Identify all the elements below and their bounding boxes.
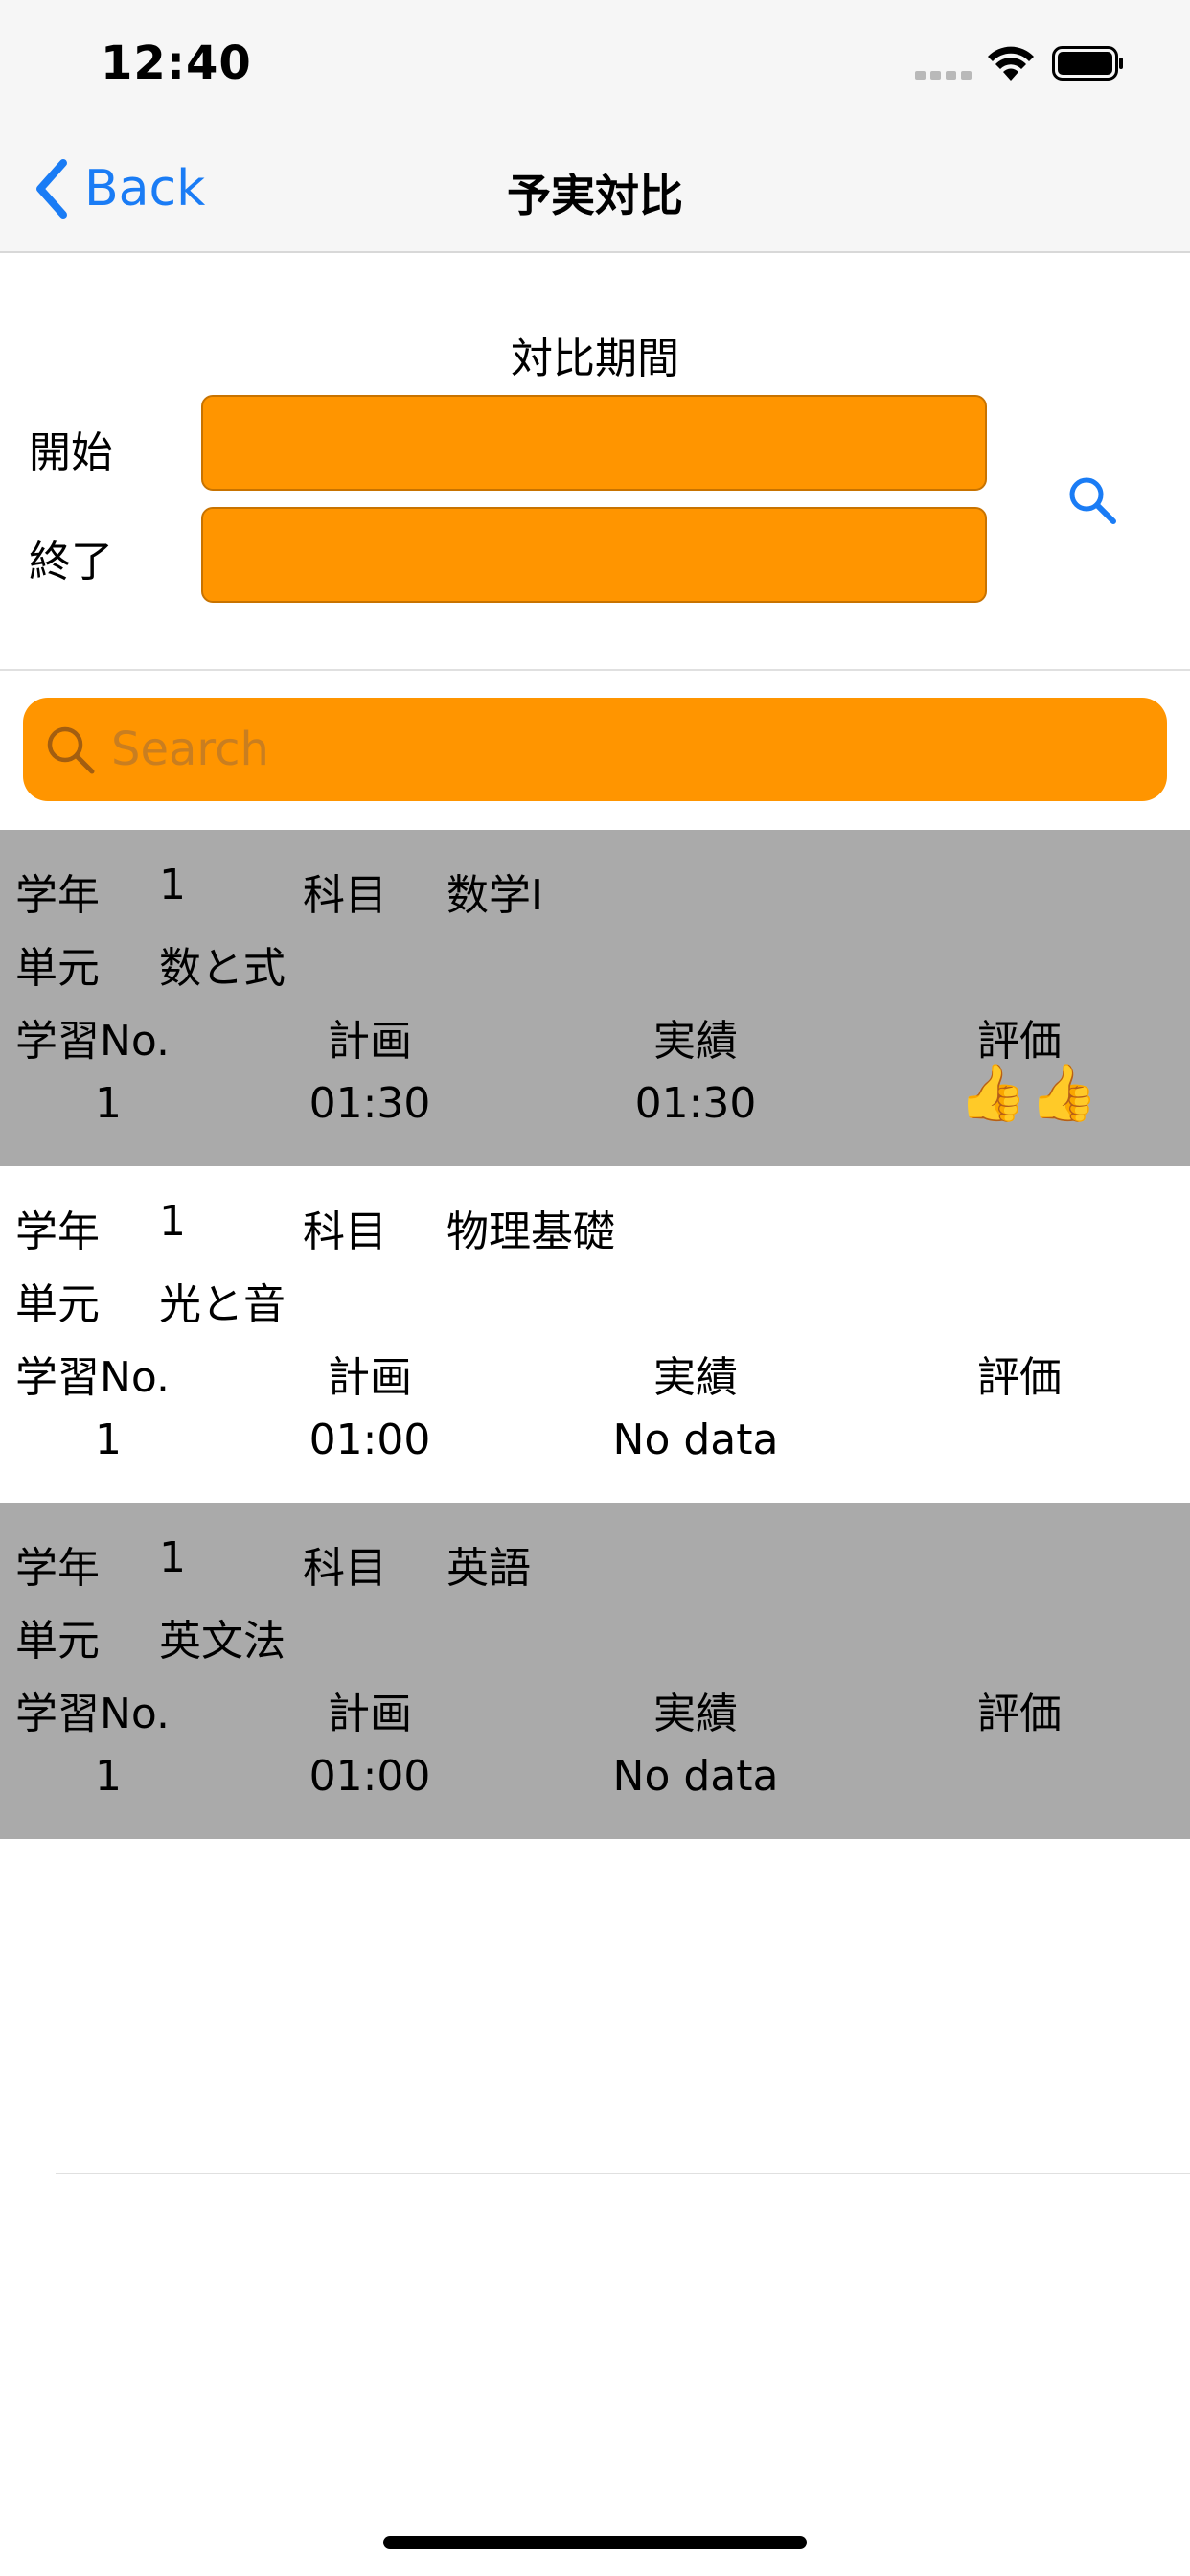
- start-date-field[interactable]: [201, 395, 987, 491]
- status-bar: 12:40: [0, 0, 1190, 126]
- actual-label: 実績: [653, 1017, 738, 1066]
- search-icon: [47, 726, 95, 774]
- list-separator: [56, 2173, 1190, 2174]
- end-date-field[interactable]: [201, 507, 987, 603]
- plan-label: 計画: [328, 1017, 412, 1066]
- evaluation-value: 👍👍: [958, 1060, 1101, 1125]
- unit-label: 単元: [15, 1617, 100, 1666]
- record-row[interactable]: 学年 1 科目 物理基礎 単元 光と音 学習No. 計画 実績 評価 1 01:…: [0, 1166, 1190, 1503]
- nav-bar: Back 予実対比: [0, 126, 1190, 253]
- search-icon[interactable]: [1065, 473, 1119, 527]
- home-indicator[interactable]: [383, 2536, 807, 2549]
- actual-value: No data: [612, 1415, 779, 1464]
- unit-label: 単元: [15, 1280, 100, 1329]
- grade-label: 学年: [15, 871, 100, 920]
- evaluation-label: 評価: [977, 1017, 1062, 1066]
- subject-value: 物理基礎: [446, 1208, 615, 1256]
- study-no-value: 1: [95, 1079, 122, 1128]
- record-row[interactable]: 学年 1 科目 英語 単元 英文法 学習No. 計画 実績 評価 1 01:00…: [0, 1503, 1190, 1839]
- subject-value: 数学I: [446, 871, 543, 920]
- subject-label: 科目: [303, 1544, 387, 1593]
- actual-value: No data: [612, 1752, 779, 1801]
- evaluation-label: 評価: [977, 1690, 1062, 1738]
- period-section: 対比期間 開始 終了: [0, 253, 1190, 671]
- start-label: 開始: [29, 428, 113, 477]
- search-input[interactable]: [109, 710, 1148, 789]
- plan-value: 01:00: [309, 1415, 431, 1464]
- plan-value: 01:30: [309, 1079, 431, 1128]
- actual-value: 01:30: [634, 1079, 757, 1128]
- evaluation-label: 評価: [977, 1353, 1062, 1402]
- subject-label: 科目: [303, 1208, 387, 1256]
- wifi-icon: [988, 46, 1034, 80]
- page-title: 予実対比: [507, 170, 683, 221]
- unit-value: 数と式: [159, 944, 286, 993]
- signal-icon: [915, 71, 973, 80]
- search-bar: [23, 698, 1167, 801]
- grade-value: 1: [159, 861, 186, 909]
- period-heading: 対比期間: [511, 334, 679, 383]
- study-no-label: 学習No.: [15, 1690, 171, 1738]
- record-row[interactable]: 学年 1 科目 数学I 単元 数と式 学習No. 計画 実績 評価 1 01:3…: [0, 830, 1190, 1166]
- study-no-label: 学習No.: [15, 1353, 171, 1402]
- study-no-value: 1: [95, 1415, 122, 1464]
- grade-value: 1: [159, 1197, 186, 1246]
- study-no-label: 学習No.: [15, 1017, 171, 1066]
- plan-label: 計画: [328, 1353, 412, 1402]
- grade-label: 学年: [15, 1208, 100, 1256]
- unit-value: 英文法: [159, 1617, 286, 1666]
- end-label: 終了: [29, 538, 113, 586]
- battery-icon: [1052, 46, 1123, 80]
- subject-value: 英語: [446, 1544, 531, 1593]
- subject-label: 科目: [303, 871, 387, 920]
- study-no-value: 1: [95, 1752, 122, 1801]
- grade-label: 学年: [15, 1544, 100, 1593]
- status-time: 12:40: [101, 36, 252, 90]
- unit-label: 単元: [15, 944, 100, 993]
- unit-value: 光と音: [159, 1280, 286, 1329]
- actual-label: 実績: [653, 1353, 738, 1402]
- plan-label: 計画: [328, 1690, 412, 1738]
- plan-value: 01:00: [309, 1752, 431, 1801]
- grade-value: 1: [159, 1533, 186, 1582]
- actual-label: 実績: [653, 1690, 738, 1738]
